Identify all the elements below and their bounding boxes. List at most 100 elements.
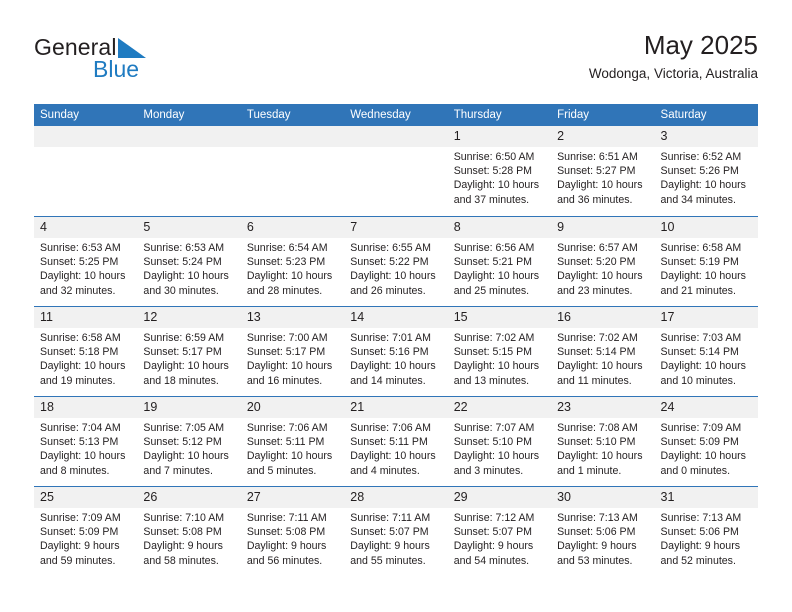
day-info-line: Sunset: 5:20 PM (557, 256, 636, 269)
day-cell-26[interactable]: 26 Sunrise: 7:10 AM Sunset: 5:08 PM Dayligh… (137, 487, 241, 576)
day-cell-27[interactable]: 27 Sunrise: 7:11 AM Sunset: 5:08 PM Dayligh… (240, 487, 345, 576)
day-info-line: and 8 minutes. (40, 464, 110, 477)
day-info-line: and 23 minutes. (557, 284, 633, 297)
brand-name-blue: Blue (93, 56, 140, 82)
day-cell-22[interactable]: 22 Sunrise: 7:07 AM Sunset: 5:10 PM Dayligh… (447, 397, 552, 486)
day-cell-18[interactable]: 18 Sunrise: 7:04 AM Sunset: 5:13 PM Dayligh… (34, 397, 138, 486)
day-cell-14[interactable]: 14 Sunrise: 7:01 AM Sunset: 5:16 PM Dayligh… (344, 307, 448, 396)
day-number: 29 (453, 490, 468, 504)
day-cell-19[interactable]: 19 Sunrise: 7:05 AM Sunset: 5:12 PM Dayligh… (137, 397, 241, 486)
day-number: 12 (143, 310, 158, 324)
day-cell-9[interactable]: 9 Sunrise: 6:57 AM Sunset: 5:20 PM Daylight… (551, 217, 655, 306)
day-sun-info: Sunrise: 6:58 AM Sunset: 5:18 PM Daylight:… (34, 328, 137, 388)
day-cell-15[interactable]: 15 Sunrise: 7:02 AM Sunset: 5:15 PM Dayligh… (447, 307, 552, 396)
day-number-band: 25 (34, 487, 138, 508)
day-cell-12[interactable]: 12 Sunrise: 6:59 AM Sunset: 5:17 PM Dayligh… (137, 307, 241, 396)
day-sun-info: Sunrise: 6:50 AM Sunset: 5:28 PM Daylight:… (448, 147, 551, 207)
day-cell-21[interactable]: 21 Sunrise: 7:06 AM Sunset: 5:11 PM Dayligh… (344, 397, 448, 486)
day-cell-25[interactable]: 25 Sunrise: 7:09 AM Sunset: 5:09 PM Dayligh… (34, 487, 138, 576)
day-info-line: Sunset: 5:28 PM (453, 165, 533, 178)
day-number-band: 1 (447, 126, 552, 147)
day-info-line: Daylight: 10 hours (40, 270, 126, 283)
day-info-line: Daylight: 10 hours (246, 360, 333, 373)
day-number: 6 (246, 220, 254, 234)
day-cell-28[interactable]: 28 Sunrise: 7:11 AM Sunset: 5:07 PM Dayligh… (344, 487, 448, 576)
day-number-band: 12 (137, 307, 241, 328)
day-cell-10[interactable]: 10 Sunrise: 6:58 AM Sunset: 5:19 PM Dayligh… (654, 217, 758, 306)
calendar-week-row: 1 Sunrise: 6:50 AM Sunset: 5:28 PM Daylight… (34, 126, 758, 216)
day-number-band: 14 (344, 307, 448, 328)
day-number: 31 (660, 490, 675, 504)
day-number-band: 10 (654, 217, 758, 238)
day-info-line: and 19 minutes. (40, 374, 116, 387)
day-info-line: Daylight: 10 hours (143, 360, 229, 373)
day-info-line: Sunrise: 7:01 AM (350, 332, 431, 344)
day-info-line: and 7 minutes. (143, 464, 213, 477)
day-info-line: and 56 minutes. (246, 554, 323, 567)
day-info-line: Daylight: 10 hours (350, 450, 436, 463)
day-info-line: Sunset: 5:13 PM (40, 436, 119, 449)
day-info-line: Daylight: 10 hours (246, 270, 333, 283)
day-info-line: Sunset: 5:23 PM (246, 256, 326, 269)
day-info-line: Sunset: 5:26 PM (660, 165, 739, 178)
weekday-header-friday: Friday (557, 109, 590, 121)
day-number-band (34, 126, 138, 147)
day-info-line: Sunrise: 7:11 AM (350, 512, 431, 524)
day-cell-empty (137, 126, 241, 216)
day-number: 17 (660, 310, 675, 324)
day-sun-info: Sunrise: 7:11 AM Sunset: 5:08 PM Daylight:… (241, 508, 344, 568)
day-cell-20[interactable]: 20 Sunrise: 7:06 AM Sunset: 5:11 PM Dayligh… (240, 397, 345, 486)
day-cell-30[interactable]: 30 Sunrise: 7:13 AM Sunset: 5:06 PM Dayligh… (551, 487, 655, 576)
day-cell-2[interactable]: 2 Sunrise: 6:51 AM Sunset: 5:27 PM Daylight… (551, 126, 655, 216)
day-info-line: Sunrise: 6:55 AM (350, 242, 431, 254)
day-info-line: and 30 minutes. (143, 284, 219, 297)
day-cell-17[interactable]: 17 Sunrise: 7:03 AM Sunset: 5:14 PM Dayligh… (654, 307, 758, 396)
day-info-line: and 4 minutes. (350, 464, 420, 477)
day-cell-13[interactable]: 13 Sunrise: 7:00 AM Sunset: 5:17 PM Dayligh… (240, 307, 345, 396)
weekday-header-saturday: Saturday (660, 109, 707, 121)
day-info-line: and 32 minutes. (40, 284, 116, 297)
day-sun-info: Sunrise: 7:03 AM Sunset: 5:14 PM Daylight:… (655, 328, 758, 388)
day-info-line: Daylight: 9 hours (557, 540, 637, 553)
day-number: 1 (453, 129, 461, 143)
day-info-line: and 21 minutes. (660, 284, 736, 297)
day-cell-4[interactable]: 4 Sunrise: 6:53 AM Sunset: 5:25 PM Daylight… (34, 217, 138, 306)
day-cell-16[interactable]: 16 Sunrise: 7:02 AM Sunset: 5:14 PM Dayligh… (551, 307, 655, 396)
day-info-line: Sunrise: 7:06 AM (350, 422, 431, 434)
day-number-band: 9 (551, 217, 655, 238)
day-cell-24[interactable]: 24 Sunrise: 7:09 AM Sunset: 5:09 PM Dayligh… (654, 397, 758, 486)
day-cell-8[interactable]: 8 Sunrise: 6:56 AM Sunset: 5:21 PM Daylight… (447, 217, 552, 306)
day-sun-info: Sunrise: 6:58 AM Sunset: 5:19 PM Daylight:… (655, 238, 758, 298)
day-number: 5 (143, 220, 151, 234)
day-info-line: and 52 minutes. (660, 554, 736, 567)
day-sun-info: Sunrise: 6:51 AM Sunset: 5:27 PM Daylight:… (551, 147, 654, 207)
triangle-icon (118, 38, 146, 58)
day-info-line: Sunrise: 7:13 AM (660, 512, 742, 524)
day-sun-info: Sunrise: 7:00 AM Sunset: 5:17 PM Daylight:… (241, 328, 344, 388)
day-cell-29[interactable]: 29 Sunrise: 7:12 AM Sunset: 5:07 PM Dayligh… (447, 487, 552, 576)
day-info-line: Daylight: 10 hours (453, 360, 540, 373)
day-cell-5[interactable]: 5 Sunrise: 6:53 AM Sunset: 5:24 PM Daylight… (137, 217, 241, 306)
day-number: 28 (350, 490, 365, 504)
day-cell-1[interactable]: 1 Sunrise: 6:50 AM Sunset: 5:28 PM Daylight… (447, 126, 552, 216)
day-sun-info: Sunrise: 7:11 AM Sunset: 5:07 PM Daylight:… (344, 508, 447, 568)
day-sun-info: Sunrise: 7:09 AM Sunset: 5:09 PM Daylight:… (34, 508, 137, 568)
day-cell-3[interactable]: 3 Sunrise: 6:52 AM Sunset: 5:26 PM Daylight… (654, 126, 758, 216)
day-cell-6[interactable]: 6 Sunrise: 6:54 AM Sunset: 5:23 PM Daylight… (240, 217, 345, 306)
day-info-line: and 14 minutes. (350, 374, 426, 387)
day-info-line: Sunset: 5:17 PM (143, 346, 222, 359)
day-cell-23[interactable]: 23 Sunrise: 7:08 AM Sunset: 5:10 PM Dayligh… (551, 397, 655, 486)
day-info-line: Sunset: 5:12 PM (143, 436, 222, 449)
page-title: May 2025 (643, 30, 758, 60)
brand-logo[interactable]: General Blue (34, 34, 294, 90)
day-cell-11[interactable]: 11 Sunrise: 6:58 AM Sunset: 5:18 PM Dayligh… (34, 307, 138, 396)
day-number: 15 (453, 310, 468, 324)
day-cell-31[interactable]: 31 Sunrise: 7:13 AM Sunset: 5:06 PM Dayligh… (654, 487, 758, 576)
day-info-line: Sunrise: 6:54 AM (246, 242, 328, 254)
day-info-line: and 37 minutes. (453, 193, 530, 206)
day-info-line: Daylight: 9 hours (143, 540, 223, 553)
day-info-line: Sunrise: 6:58 AM (40, 332, 121, 344)
day-cell-7[interactable]: 7 Sunrise: 6:55 AM Sunset: 5:22 PM Daylight… (344, 217, 448, 306)
day-info-line: Sunrise: 7:11 AM (246, 512, 327, 524)
day-sun-info: Sunrise: 7:08 AM Sunset: 5:10 PM Daylight:… (551, 418, 654, 478)
